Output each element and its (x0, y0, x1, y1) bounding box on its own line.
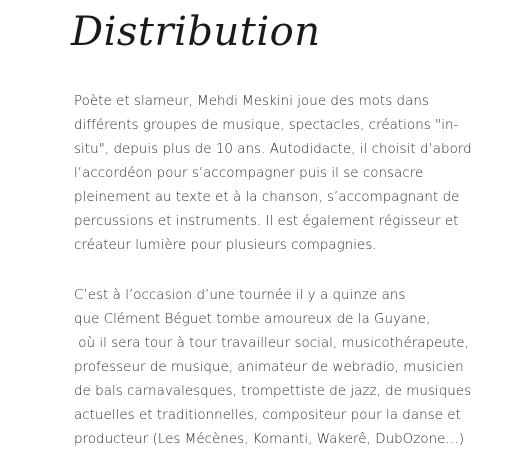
paragraph-line: producteur (Les Mécènes, Komanti, Wakerê… (74, 432, 465, 447)
paragraph-line: de bals carnavalesques, trompettiste de … (74, 384, 472, 399)
paragraph-line: l’accordéon pour s’accompagner puis il s… (74, 166, 424, 181)
paragraph-line: créateur lumière pour plusieurs compagni… (74, 238, 377, 253)
paragraph-line: où il sera tour à tour travailleur socia… (74, 336, 469, 351)
paragraph-line: C’est à l’occasion d’une tournée il y a … (74, 288, 406, 303)
paragraph-line: percussions et instruments. Il est égale… (74, 214, 459, 229)
page-title: Distribution (71, 9, 321, 55)
paragraph-line: professeur de musique, animateur de webr… (74, 360, 464, 375)
paragraph-line: situ", depuis plus de 10 ans. Autodidact… (74, 142, 472, 157)
paragraph-clement-beguet: C’est à l’occasion d’une tournée il y a … (74, 284, 474, 452)
paragraph-line: Poète et slameur, Mehdi Meskini joue des… (74, 94, 429, 109)
paragraph-line: pleinement au texte et à la chanson, s’a… (74, 190, 460, 205)
paragraph-line: différents groupes de musique, spectacle… (74, 118, 459, 133)
paragraph-line: que Clément Béguet tombe amoureux de la … (74, 312, 431, 327)
paragraph-line: actuelles et traditionnelles, compositeu… (74, 408, 461, 423)
paragraph-mehdi-meskini: Poète et slameur, Mehdi Meskini joue des… (74, 90, 474, 258)
